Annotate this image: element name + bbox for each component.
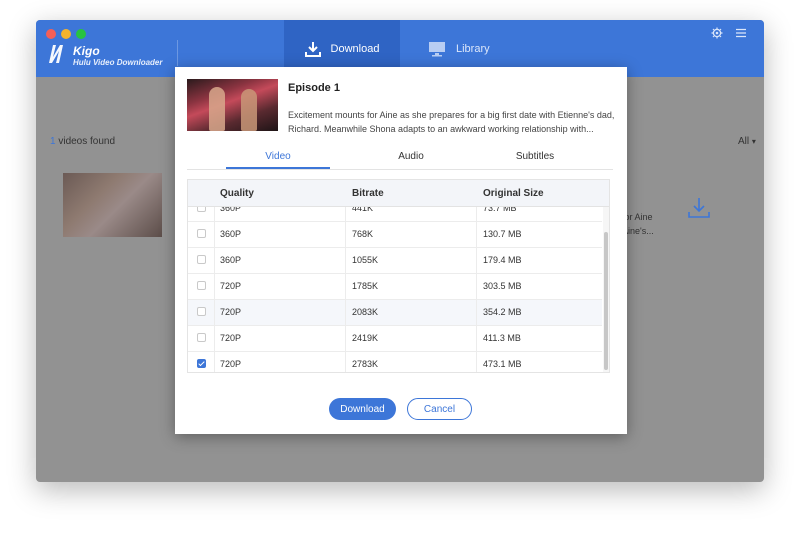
close-window-button[interactable]	[46, 29, 56, 39]
quality-table-body[interactable]: 360P 441K 73.7 MB 360P 768K 130.7 MB 360…	[188, 196, 602, 372]
bitrate-cell: 1785K	[352, 281, 379, 291]
row-checkbox[interactable]	[197, 229, 206, 238]
quality-cell: 720P	[220, 333, 242, 343]
download-options-dialog: Episode 1 Excitement mounts for Aine as …	[175, 67, 627, 434]
video-description-fragment: for Aine Aine's...	[622, 210, 662, 238]
format-tabs: Video Audio Subtitles	[187, 147, 613, 170]
table-header: Quality Bitrate Original Size	[188, 180, 609, 207]
videos-found-text: videos found	[55, 136, 116, 147]
kigo-logo-icon	[49, 45, 63, 63]
column-divider	[345, 180, 346, 372]
size-column-header: Original Size	[483, 188, 544, 199]
brand-name: Kigo	[73, 44, 100, 58]
table-row[interactable]: 360P 1055K 179.4 MB	[188, 248, 602, 274]
quality-cell: 720P	[220, 359, 242, 369]
download-video-icon[interactable]	[687, 196, 711, 220]
video-thumbnail	[63, 173, 162, 237]
quality-table: 360P 441K 73.7 MB 360P 768K 130.7 MB 360…	[187, 179, 610, 373]
quality-cell: 360P	[220, 229, 242, 239]
menu-icon[interactable]	[735, 27, 747, 39]
quality-cell: 720P	[220, 307, 242, 317]
maximize-window-button[interactable]	[76, 29, 86, 39]
table-row[interactable]: 720P 2083K 354.2 MB	[188, 300, 602, 326]
gear-icon[interactable]	[711, 27, 723, 39]
videos-found-label: 1 videos found	[50, 136, 115, 147]
size-cell: 130.7 MB	[483, 229, 522, 239]
tab-download-label: Download	[330, 42, 380, 55]
row-checkbox[interactable]	[197, 333, 206, 342]
minimize-window-button[interactable]	[61, 29, 71, 39]
episode-title: Episode 1	[288, 82, 340, 94]
size-cell: 303.5 MB	[483, 281, 522, 291]
tab-audio[interactable]: Audio	[359, 151, 463, 169]
quality-column-header: Quality	[220, 188, 254, 199]
bitrate-cell: 2783K	[352, 359, 379, 369]
filter-label: All	[738, 136, 750, 147]
chevron-down-icon: ▾	[751, 137, 756, 146]
header-divider	[177, 40, 178, 66]
size-cell: 179.4 MB	[483, 255, 522, 265]
bitrate-column-header: Bitrate	[352, 188, 384, 199]
bitrate-cell: 2419K	[352, 333, 379, 343]
table-row[interactable]: 360P 768K 130.7 MB	[188, 222, 602, 248]
table-row[interactable]: 720P 1785K 303.5 MB	[188, 274, 602, 300]
size-cell: 354.2 MB	[483, 307, 522, 317]
bitrate-cell: 768K	[352, 229, 374, 239]
row-checkbox-checked[interactable]	[197, 359, 206, 368]
filter-dropdown[interactable]: All ▾	[738, 136, 756, 147]
row-checkbox[interactable]	[197, 281, 206, 290]
row-checkbox[interactable]	[197, 307, 206, 316]
tab-library-label: Library	[456, 42, 490, 55]
column-divider	[476, 180, 477, 372]
table-row[interactable]: 720P 2419K 411.3 MB	[188, 326, 602, 352]
video-desc-line-2: Aine's...	[622, 226, 654, 236]
brand-subtitle: Hulu Video Downloader	[73, 58, 163, 67]
bitrate-cell: 1055K	[352, 255, 379, 265]
cancel-button[interactable]: Cancel	[407, 398, 472, 420]
monitor-icon	[428, 41, 446, 57]
tab-subtitles[interactable]: Subtitles	[483, 151, 587, 169]
download-icon	[304, 41, 321, 57]
bitrate-cell: 2083K	[352, 307, 379, 317]
table-row[interactable]: 720P 2783K 473.1 MB	[188, 352, 602, 372]
episode-description: Excitement mounts for Aine as she prepar…	[288, 110, 615, 134]
quality-cell: 720P	[220, 281, 242, 291]
video-desc-line-1: for Aine	[622, 212, 653, 222]
episode-thumbnail	[187, 79, 278, 131]
tab-video[interactable]: Video	[226, 151, 330, 169]
size-cell: 473.1 MB	[483, 359, 522, 369]
row-checkbox[interactable]	[197, 255, 206, 264]
scrollbar-thumb[interactable]	[604, 232, 608, 370]
size-cell: 411.3 MB	[483, 333, 521, 343]
column-divider	[214, 180, 215, 372]
download-button[interactable]: Download	[329, 398, 396, 420]
quality-cell: 360P	[220, 255, 242, 265]
